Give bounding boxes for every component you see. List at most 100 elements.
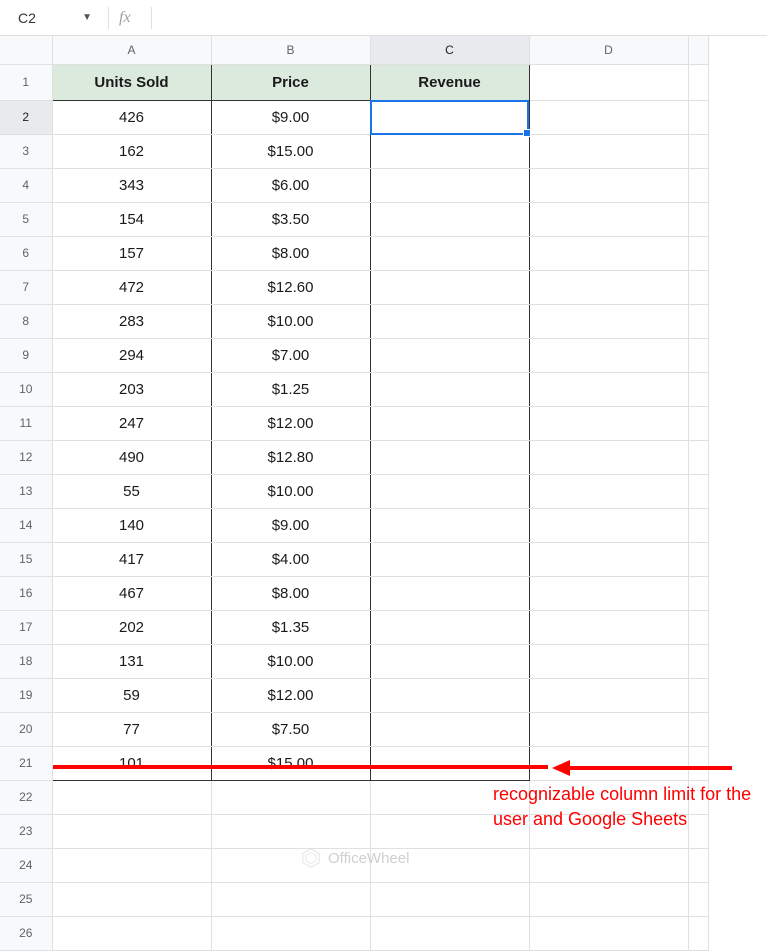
cell[interactable] [370,474,529,508]
name-box[interactable]: C2 ▼ [8,6,98,30]
row-header[interactable]: 24 [0,848,52,882]
cell[interactable] [688,474,708,508]
cell[interactable] [370,270,529,304]
cell[interactable] [529,372,688,406]
cell[interactable]: $8.00 [211,236,370,270]
cell[interactable] [529,440,688,474]
cell[interactable]: $8.00 [211,576,370,610]
row-header[interactable]: 22 [0,780,52,814]
cell[interactable]: 343 [52,168,211,202]
row-header[interactable]: 12 [0,440,52,474]
cell[interactable] [52,814,211,848]
row-header[interactable]: 20 [0,712,52,746]
cell[interactable] [529,100,688,134]
cell[interactable] [688,644,708,678]
col-header-b[interactable]: B [211,36,370,64]
cell[interactable] [370,304,529,338]
cell[interactable] [529,644,688,678]
cell[interactable] [688,542,708,576]
cell[interactable] [370,508,529,542]
row-header[interactable]: 9 [0,338,52,372]
cell[interactable]: 490 [52,440,211,474]
cell[interactable]: $10.00 [211,644,370,678]
cell[interactable]: $12.00 [211,406,370,440]
cell[interactable]: $3.50 [211,202,370,236]
cell[interactable]: $7.50 [211,712,370,746]
cell[interactable] [688,508,708,542]
cell[interactable]: $6.00 [211,168,370,202]
cell-c2[interactable] [370,100,529,134]
cell[interactable] [370,406,529,440]
cell[interactable] [529,270,688,304]
cell[interactable]: 157 [52,236,211,270]
row-header[interactable]: 16 [0,576,52,610]
cell[interactable] [688,134,708,168]
cell[interactable] [211,780,370,814]
cell[interactable] [529,338,688,372]
select-all-corner[interactable] [0,36,52,64]
cell[interactable]: 283 [52,304,211,338]
cell[interactable]: 294 [52,338,211,372]
cell[interactable] [529,610,688,644]
cell[interactable]: $10.00 [211,474,370,508]
cell[interactable] [688,406,708,440]
cell[interactable] [529,848,688,882]
cell[interactable] [688,304,708,338]
row-header[interactable]: 8 [0,304,52,338]
cell[interactable] [211,848,370,882]
chevron-down-icon[interactable]: ▼ [82,12,92,23]
cell[interactable] [211,916,370,950]
cell-e1[interactable] [688,64,708,100]
cell[interactable]: $9.00 [211,100,370,134]
row-header[interactable]: 15 [0,542,52,576]
cell[interactable]: 472 [52,270,211,304]
row-header[interactable]: 26 [0,916,52,950]
cell[interactable]: 77 [52,712,211,746]
cell[interactable] [688,372,708,406]
row-header[interactable]: 3 [0,134,52,168]
cell[interactable] [529,508,688,542]
cell[interactable]: 55 [52,474,211,508]
cell[interactable] [370,168,529,202]
cell[interactable] [52,916,211,950]
cell[interactable]: 140 [52,508,211,542]
row-header[interactable]: 6 [0,236,52,270]
cell[interactable] [688,440,708,474]
cell[interactable] [529,236,688,270]
row-header[interactable]: 21 [0,746,52,780]
cell[interactable] [688,848,708,882]
cell[interactable]: $1.35 [211,610,370,644]
cell[interactable] [370,338,529,372]
cell[interactable]: 202 [52,610,211,644]
cell[interactable]: 154 [52,202,211,236]
cell[interactable] [370,542,529,576]
row-header[interactable]: 17 [0,610,52,644]
cell[interactable] [688,576,708,610]
cell[interactable]: 203 [52,372,211,406]
cell[interactable] [529,576,688,610]
cell[interactable] [529,134,688,168]
cell[interactable] [688,712,708,746]
formula-input[interactable] [162,6,767,30]
cell[interactable]: 101 [52,746,211,780]
col-header-d[interactable]: D [529,36,688,64]
cell[interactable] [529,168,688,202]
cell[interactable]: $9.00 [211,508,370,542]
cell[interactable] [688,338,708,372]
cell[interactable] [370,678,529,712]
cell[interactable] [688,610,708,644]
cell[interactable] [370,202,529,236]
cell[interactable] [370,576,529,610]
row-header[interactable]: 2 [0,100,52,134]
row-header[interactable]: 11 [0,406,52,440]
cell[interactable] [529,474,688,508]
row-header[interactable]: 7 [0,270,52,304]
cell[interactable]: $10.00 [211,304,370,338]
cell-b1[interactable]: Price [211,64,370,100]
cell[interactable] [529,542,688,576]
cell[interactable]: $12.80 [211,440,370,474]
cell[interactable]: 417 [52,542,211,576]
cell[interactable] [529,712,688,746]
cell-c1[interactable]: Revenue [370,64,529,100]
cell[interactable] [370,440,529,474]
